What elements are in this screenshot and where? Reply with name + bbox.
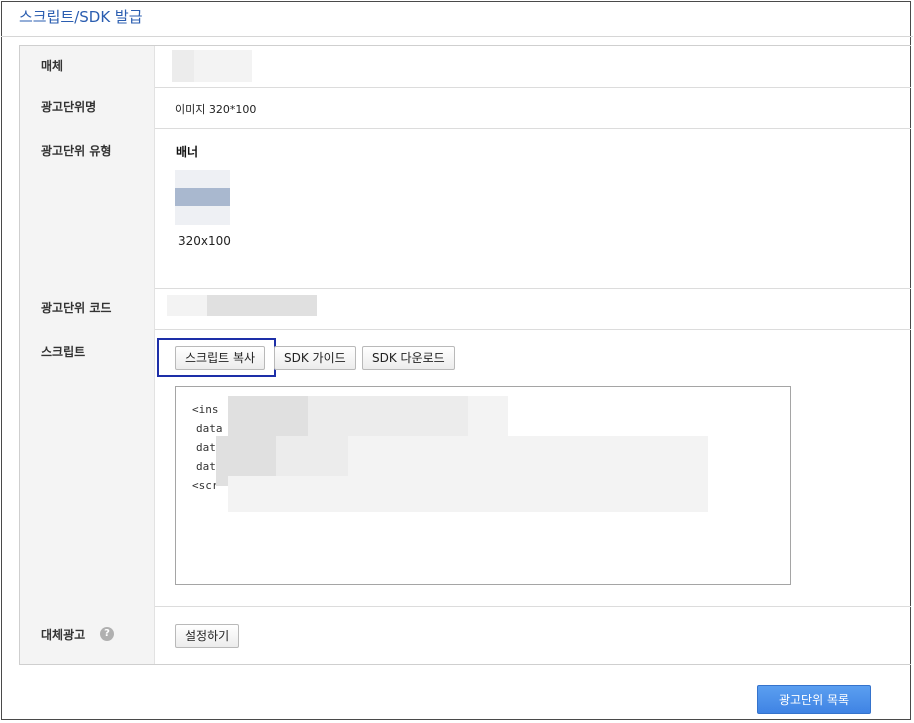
banner-size: 320x100 (178, 234, 231, 248)
fallback-settings-button[interactable]: 설정하기 (175, 624, 240, 648)
redacted-code-block (276, 436, 348, 476)
copy-script-button[interactable]: 스크립트 복사 (175, 346, 266, 370)
row-script: 스크립트 스크립트 복사 SDK 가이드 SDK 다운로드 <ins data … (20, 329, 911, 607)
unit-type-name: 배너 (176, 145, 199, 159)
script-label: 스크립트 (20, 329, 155, 606)
redacted-code-block (468, 396, 508, 436)
redacted-code (167, 295, 207, 316)
unit-type-label: 광고단위 유형 (20, 128, 155, 288)
fallback-ad-label-text: 대체광고 (41, 628, 86, 642)
redacted-media-part (172, 50, 194, 82)
media-value (155, 46, 911, 87)
redacted-code-block (308, 396, 468, 436)
row-fallback-ad: 대체광고 ? 설정하기 (20, 606, 911, 664)
sdk-guide-button[interactable]: SDK 가이드 (274, 346, 356, 370)
unit-name-label: 광고단위명 (20, 87, 155, 128)
sdk-download-button[interactable]: SDK 다운로드 (362, 346, 455, 370)
row-unit-type: 광고단위 유형 배너 320x100 (20, 128, 911, 289)
form-table: 매체 광고단위명 이미지 320*100 광고단위 유형 배너 320x100 … (19, 45, 911, 665)
question-icon[interactable]: ? (100, 627, 114, 641)
redacted-code-block (348, 436, 708, 476)
code-line: <ins (192, 403, 219, 416)
script-code-box[interactable]: <ins data data data <scr (175, 386, 791, 585)
redacted-media-part (212, 50, 252, 82)
row-unit-name: 광고단위명 이미지 320*100 (20, 87, 911, 129)
banner-thumbnail-icon (175, 170, 230, 225)
page-title: 스크립트/SDK 발급 (19, 8, 143, 26)
fallback-ad-label: 대체광고 ? (20, 606, 155, 664)
redacted-code-block (228, 476, 708, 512)
row-unit-code: 광고단위 코드 (20, 288, 911, 330)
media-label: 매체 (20, 46, 155, 87)
code-line: data (196, 422, 223, 435)
unit-code-value (155, 288, 911, 329)
row-media: 매체 (20, 46, 911, 88)
redacted-code (207, 295, 317, 316)
unit-code-label: 광고단위 코드 (20, 288, 155, 329)
ad-unit-list-button[interactable]: 광고단위 목록 (757, 685, 871, 714)
title-divider (1, 36, 913, 37)
unit-name-value: 이미지 320*100 (175, 103, 257, 116)
redacted-code-block (228, 396, 308, 436)
code-line: <scr (192, 479, 219, 492)
